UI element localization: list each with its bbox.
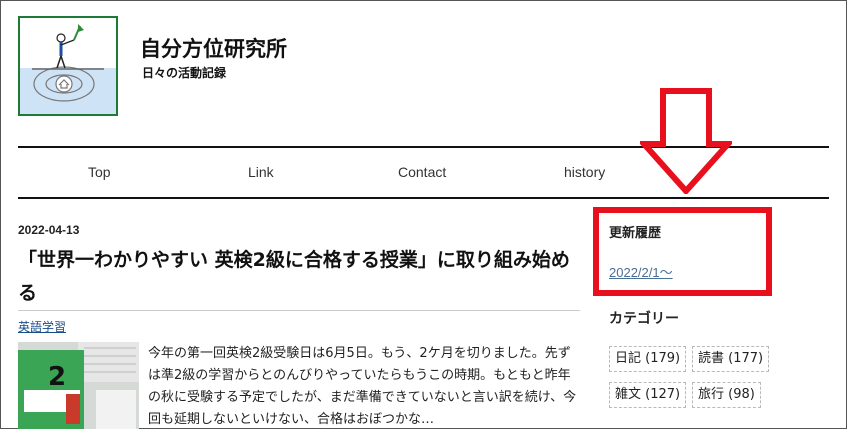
down-arrow-icon <box>640 88 732 194</box>
nav-link[interactable]: Link <box>248 164 274 180</box>
nav-contact[interactable]: Contact <box>398 164 446 180</box>
category-tag-diary[interactable]: 日記 (179) <box>609 346 687 372</box>
post-excerpt: 今年の第一回英検2級受験日は6月5日。もう、2ケ月を切りました。先ずは準2級の学… <box>148 346 577 427</box>
logo-illustration <box>20 24 116 114</box>
post-thumbnail[interactable]: 2 <box>18 342 139 429</box>
book-photo: 2 <box>18 342 139 429</box>
svg-text:2: 2 <box>48 362 66 392</box>
nav-top[interactable]: Top <box>88 164 111 180</box>
post-title[interactable]: 「世界一わかりやすい 英検2級に合格する授業」に取り組み始める <box>18 244 580 310</box>
post-category-link[interactable]: 英語学習 <box>18 318 66 335</box>
site-logo[interactable] <box>18 16 118 116</box>
post-date: 2022-04-13 <box>18 223 80 237</box>
category-tag-reading[interactable]: 読書 (177) <box>692 346 770 372</box>
divider <box>18 310 580 311</box>
category-tag-essay[interactable]: 雑文 (127) <box>609 382 687 408</box>
site-subtitle: 日々の活動記録 <box>142 66 227 80</box>
nav-history[interactable]: history <box>564 164 605 180</box>
site-title[interactable]: 自分方位研究所 <box>140 33 287 63</box>
category-tag-travel[interactable]: 旅行 (98) <box>692 382 761 408</box>
highlight-box <box>593 207 772 296</box>
category-heading: カテゴリー <box>609 311 679 327</box>
